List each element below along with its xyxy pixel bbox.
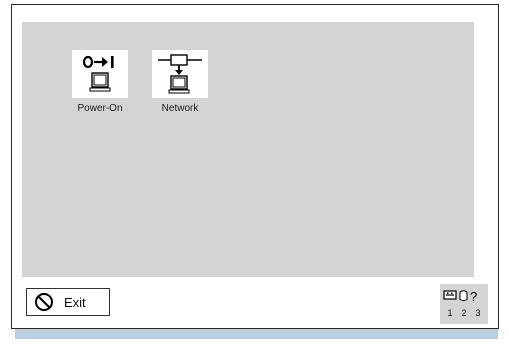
status-number-3: 3 [475, 308, 481, 318]
status-icons: ? [440, 287, 488, 305]
no-entry-icon [34, 292, 54, 312]
network-tile[interactable]: Network [152, 50, 208, 114]
power-on-label: Power-On [77, 103, 123, 114]
help-icon: ? [470, 289, 477, 304]
network-label: Network [161, 103, 199, 114]
status-number-2: 2 [461, 308, 467, 318]
disk-icon [459, 290, 468, 301]
icon-desktop: Power-On Network [22, 22, 474, 277]
network-icon[interactable] [152, 50, 208, 98]
keyboard-icon [443, 290, 457, 300]
exit-button[interactable]: Exit [26, 288, 110, 316]
status-panel: ? 1 2 3 [440, 284, 488, 324]
status-number-1: 1 [447, 308, 453, 318]
power-on-tile[interactable]: Power-On [72, 50, 128, 114]
bottom-strip [15, 329, 498, 339]
power-on-icon[interactable] [72, 50, 128, 98]
exit-label: Exit [64, 294, 86, 310]
status-numbers: 1 2 3 [440, 308, 488, 318]
